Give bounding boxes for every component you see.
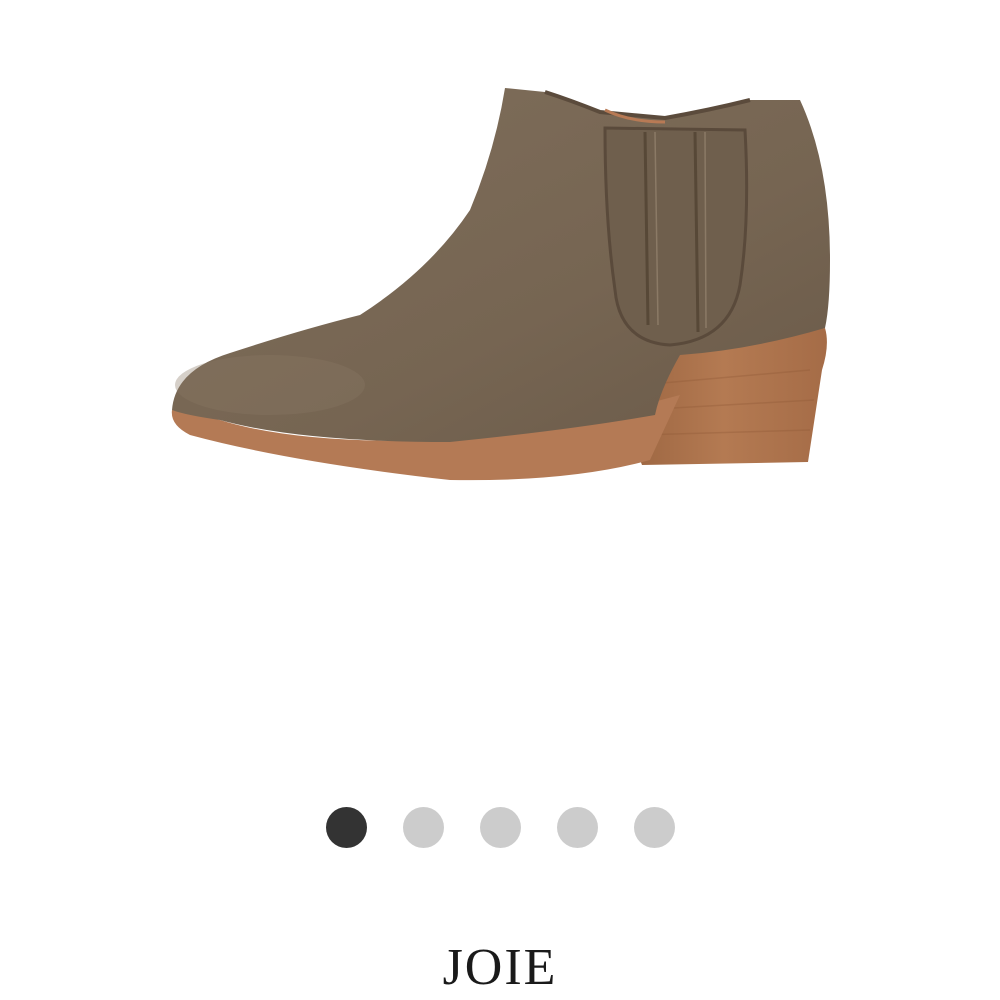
carousel-dot-2[interactable] [402,807,444,848]
product-image[interactable] [150,70,850,500]
brand-name[interactable]: JOIE [0,938,1000,998]
carousel-dot-4[interactable] [556,807,598,848]
product-page: JOIE [0,0,1000,1000]
carousel-dot-5[interactable] [633,807,675,848]
elastic-gore [603,126,749,347]
carousel-dot-3[interactable] [479,807,521,848]
carousel-dot-1[interactable] [325,807,367,848]
carousel-dots [0,807,1000,849]
